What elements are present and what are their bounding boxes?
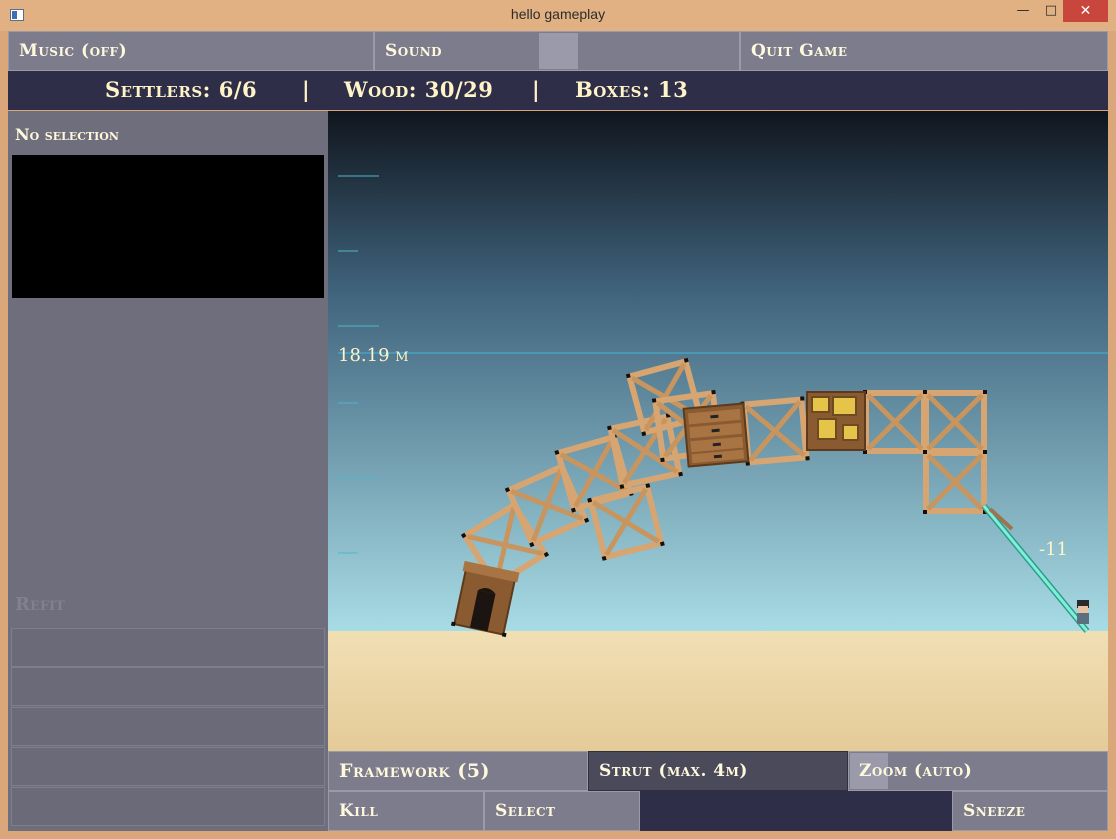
- strut-label: Strut (max. 4m): [599, 761, 748, 781]
- picture-crate[interactable]: [806, 391, 866, 451]
- close-icon[interactable]: ✕: [1063, 0, 1108, 22]
- music-toggle-button[interactable]: Music (off): [8, 31, 374, 71]
- sky: [328, 111, 1108, 631]
- score-popup: -11: [1039, 539, 1068, 560]
- sound-slider[interactable]: Sound: [374, 31, 740, 71]
- status-separator: |: [302, 77, 311, 102]
- refit-slot[interactable]: [11, 628, 325, 667]
- kill-label: Kill: [339, 801, 379, 821]
- selection-preview: [12, 155, 324, 298]
- music-label: Music (off): [19, 41, 128, 61]
- framework-tool-button[interactable]: Framework (5): [328, 751, 588, 791]
- sneeze-button[interactable]: Sneeze: [952, 791, 1108, 831]
- wood-count: Wood: 30/29: [344, 77, 494, 102]
- selection-panel: No selection Refit: [8, 111, 328, 831]
- sound-label: Sound: [385, 41, 443, 61]
- resource-status-bar: Settlers: 6/6 | Wood: 30/29 | Boxes: 13: [8, 71, 1108, 110]
- zoom-label: Zoom (auto): [859, 761, 973, 781]
- game-window: hello gameplay — □ ✕ Music (off) Sound Q…: [0, 0, 1116, 839]
- strut-tool-button[interactable]: Strut (max. 4m): [588, 751, 848, 791]
- scene-canvas[interactable]: [328, 111, 1108, 751]
- quit-game-button[interactable]: Quit Game: [740, 31, 1108, 71]
- sand-ground: [328, 631, 1108, 751]
- sneeze-label: Sneeze: [963, 801, 1026, 821]
- drawer-crate[interactable]: [682, 402, 750, 468]
- refit-slot[interactable]: [11, 667, 325, 706]
- refit-slot[interactable]: [11, 707, 325, 746]
- kill-button[interactable]: Kill: [328, 791, 484, 831]
- refit-slot[interactable]: [11, 747, 325, 786]
- boxes-count: Boxes: 13: [575, 77, 689, 102]
- status-separator: |: [532, 77, 541, 102]
- refit-slot[interactable]: [11, 787, 325, 826]
- window-title: hello gameplay: [510, 6, 606, 22]
- height-marker-label: 18.19 m: [338, 345, 409, 366]
- select-label: Select: [495, 801, 556, 821]
- selection-label: No selection: [15, 125, 119, 144]
- toolbar-spacer: [640, 791, 952, 831]
- title-bar: hello gameplay — □ ✕: [0, 0, 1116, 31]
- game-viewport[interactable]: 18.19 m -11: [328, 111, 1108, 751]
- quit-label: Quit Game: [751, 41, 848, 61]
- settlers-count: Settlers: 6/6: [105, 77, 258, 102]
- settler-character[interactable]: [1077, 600, 1089, 624]
- sound-slider-handle[interactable]: [539, 33, 578, 69]
- zoom-button[interactable]: Zoom (auto): [848, 751, 1108, 791]
- select-button[interactable]: Select: [484, 791, 640, 831]
- framework-label: Framework (5): [339, 760, 491, 782]
- refit-button[interactable]: Refit: [15, 594, 65, 615]
